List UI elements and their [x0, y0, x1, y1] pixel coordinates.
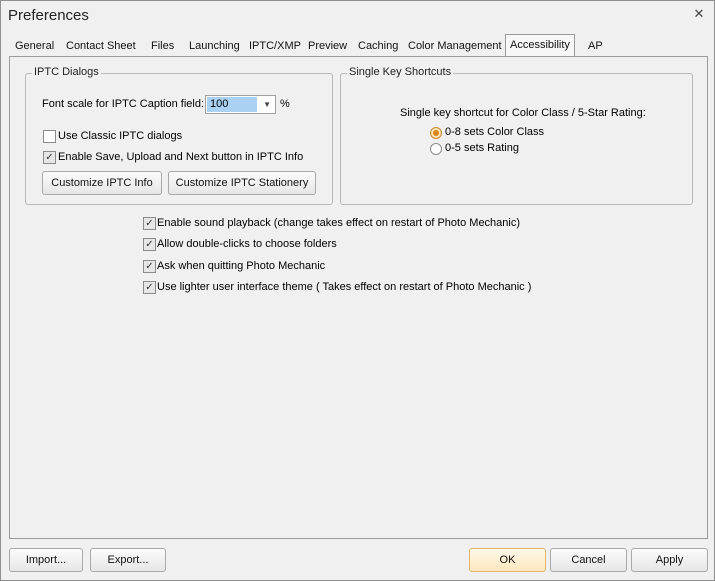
apply-button[interactable]: Apply	[631, 548, 708, 572]
rating-label: 0-5 sets Rating	[445, 142, 519, 154]
double-click-folders-checkbox[interactable]: ✓	[143, 238, 156, 251]
tab-caching[interactable]: Caching	[354, 37, 402, 55]
export-button[interactable]: Export...	[90, 548, 166, 572]
sound-playback-label: Enable sound playback (change takes effe…	[157, 217, 521, 229]
lighter-theme-checkbox[interactable]: ✓	[143, 281, 156, 294]
tab-general[interactable]: General	[11, 37, 58, 55]
iptc-dialogs-title: IPTC Dialogs	[32, 66, 101, 78]
use-classic-checkbox[interactable]	[43, 130, 56, 143]
color-class-radio[interactable]	[430, 127, 442, 139]
customize-iptc-info-button[interactable]: Customize IPTC Info	[42, 171, 162, 195]
tab-ap[interactable]: AP	[584, 37, 607, 55]
single-key-shortcuts-title: Single Key Shortcuts	[347, 66, 454, 78]
font-scale-value: 100	[207, 97, 257, 112]
single-key-description: Single key shortcut for Color Class / 5-…	[400, 107, 646, 119]
font-scale-combo[interactable]: 100 ▼	[205, 95, 276, 114]
ask-quit-checkbox[interactable]: ✓	[143, 260, 156, 273]
window-title: Preferences	[8, 7, 89, 24]
tab-preview[interactable]: Preview	[304, 37, 351, 55]
color-class-label: 0-8 sets Color Class	[445, 126, 545, 138]
double-click-folders-label: Allow double-clicks to choose folders	[157, 238, 337, 250]
chevron-down-icon[interactable]: ▼	[263, 97, 271, 112]
tab-color-management[interactable]: Color Management	[404, 37, 506, 55]
title-bar: Preferences ✕	[1, 1, 714, 30]
rating-radio[interactable]	[430, 143, 442, 155]
enable-save-label: Enable Save, Upload and Next button in I…	[58, 151, 304, 163]
lighter-theme-label: Use lighter user interface theme ( Takes…	[157, 281, 532, 293]
close-icon[interactable]: ✕	[692, 7, 706, 21]
ask-quit-label: Ask when quitting Photo Mechanic	[157, 260, 326, 272]
preferences-window: Preferences ✕ General Contact Sheet File…	[0, 0, 715, 581]
use-classic-label: Use Classic IPTC dialogs	[58, 130, 183, 142]
cancel-button[interactable]: Cancel	[550, 548, 627, 572]
font-scale-unit: %	[280, 98, 290, 110]
tab-launching[interactable]: Launching	[185, 37, 244, 55]
customize-iptc-stationery-button[interactable]: Customize IPTC Stationery	[168, 171, 316, 195]
ok-button[interactable]: OK	[469, 548, 546, 572]
single-key-shortcuts-group: Single Key Shortcuts Single key shortcut…	[340, 66, 693, 205]
sound-playback-checkbox[interactable]: ✓	[143, 217, 156, 230]
font-scale-label: Font scale for IPTC Caption field:	[42, 98, 205, 110]
tab-iptc-xmp[interactable]: IPTC/XMP	[245, 37, 305, 55]
iptc-dialogs-group: IPTC Dialogs Font scale for IPTC Caption…	[25, 66, 333, 205]
accessibility-panel: IPTC Dialogs Font scale for IPTC Caption…	[9, 56, 708, 539]
tab-files[interactable]: Files	[147, 37, 178, 55]
tab-contact-sheet[interactable]: Contact Sheet	[62, 37, 140, 55]
tab-accessibility[interactable]: Accessibility	[505, 34, 575, 57]
tab-bar: General Contact Sheet Files Launching IP…	[9, 34, 706, 57]
import-button[interactable]: Import...	[9, 548, 83, 572]
enable-save-checkbox[interactable]: ✓	[43, 151, 56, 164]
